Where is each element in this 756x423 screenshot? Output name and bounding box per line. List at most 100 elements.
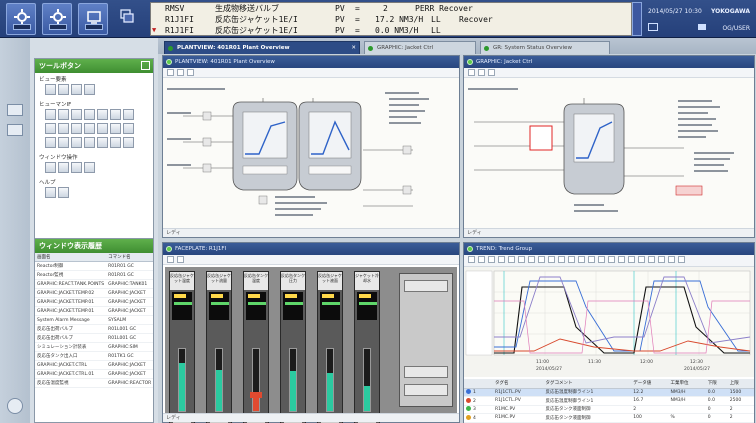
fp-side-button[interactable]: [404, 366, 448, 378]
trend-window[interactable]: TREND: Trend Group 11:00 11:30 12:00 12:…: [463, 242, 755, 423]
system-menu-button[interactable]: [6, 3, 36, 35]
trend-tool-icon[interactable]: [638, 256, 645, 263]
tool-icon[interactable]: [45, 84, 56, 95]
faceplate-bargraph[interactable]: [363, 348, 371, 412]
message-monitor-button[interactable]: [78, 3, 108, 35]
panel-menu-icon[interactable]: [141, 61, 150, 70]
tool-icon[interactable]: [123, 109, 134, 120]
trend-tool-icon[interactable]: [478, 256, 485, 263]
table-row[interactable]: 反応缶出荷バルブ R01L001 GC: [35, 324, 154, 334]
tool-icon[interactable]: [71, 162, 82, 173]
tool-icon[interactable]: [45, 137, 56, 148]
table-row[interactable]: シミュレーション計装表 GRAPHIC:SIM: [35, 342, 154, 352]
zoom-icon[interactable]: [488, 69, 495, 76]
tool-icon[interactable]: [45, 109, 56, 120]
tool-icon[interactable]: [97, 137, 108, 148]
trend-tool-icon[interactable]: [588, 256, 595, 263]
alarm-row[interactable]: RMSV 生成物移送バルブ PV = 2 PERR Recover: [157, 3, 631, 14]
tool-icon[interactable]: [84, 123, 95, 134]
table-row[interactable]: GRAPHIC:REACT.TANK.POINTS GRAPHIC:TANK01: [35, 279, 154, 289]
faceplate-bargraph[interactable]: [252, 348, 260, 412]
faceplate[interactable]: 反応缶タンク圧力: [280, 271, 306, 423]
toolbox-section[interactable]: ビュー要素: [35, 73, 153, 84]
trend-tool-icon[interactable]: [558, 256, 565, 263]
tool-icon[interactable]: [58, 84, 69, 95]
window-title-bar[interactable]: GRAPHIC: Jacket Ctrl: [464, 56, 754, 68]
faceplate[interactable]: 反応缶タンク温度: [243, 271, 269, 423]
window-title-bar[interactable]: PLANTVIEW: 401R01 Plant Overview: [163, 56, 459, 68]
process-alarm-button[interactable]: [42, 3, 72, 35]
tool-icon[interactable]: [84, 162, 95, 173]
zoom-icon[interactable]: [187, 69, 194, 76]
close-icon[interactable]: ✕: [351, 42, 356, 54]
reactor-2[interactable]: [298, 101, 362, 191]
trend-tool-icon[interactable]: [608, 256, 615, 263]
tool-icon[interactable]: [84, 137, 95, 148]
tab-system-status[interactable]: GR: System Status Overview: [480, 41, 610, 54]
alarm-row[interactable]: R1J1FI 反応缶ジャケット1E/I PV = 17.2 NM3/H LL R…: [157, 14, 631, 25]
layout-icon[interactable]: [7, 124, 23, 136]
alarm-scrollbar[interactable]: [632, 2, 642, 36]
faceplate-window[interactable]: FACEPLATE: R1J1FI 反応缶ジャケット温度 反応缶ジャケット流量 反応…: [162, 242, 460, 423]
tool-icon[interactable]: [58, 187, 69, 198]
y-scale-box[interactable]: [465, 270, 493, 356]
column-header[interactable]: 下限: [705, 379, 728, 389]
tool-icon[interactable]: [71, 109, 82, 120]
tool-icon[interactable]: [45, 123, 56, 134]
detail-graphic[interactable]: [464, 78, 754, 228]
trend-tool-icon[interactable]: [598, 256, 605, 263]
tab-plant-overview[interactable]: PLANTVIEW: 401R01 Plant Overview ✕: [164, 41, 360, 54]
window-title-bar[interactable]: TREND: Trend Group: [464, 243, 754, 255]
trend-tool-icon[interactable]: [618, 256, 625, 263]
trend-tool-icon[interactable]: [578, 256, 585, 263]
faceplate-bargraph[interactable]: [326, 348, 334, 412]
table-row[interactable]: Reactor監視 R01R01 GC: [35, 270, 154, 280]
tool-icon[interactable]: [110, 109, 121, 120]
keyboard-icon[interactable]: [698, 24, 706, 30]
tool-icon[interactable]: [58, 109, 69, 120]
trend-pen-row[interactable]: 1 R1J1CTL.PV 反応缶温度制御ライン1 12.2 NM3/H 0.0 1500: [464, 388, 754, 397]
trend-tool-icon[interactable]: [468, 256, 475, 263]
column-header[interactable]: 工業単位: [668, 379, 706, 389]
tool-icon[interactable]: [71, 84, 82, 95]
faceplate[interactable]: 反応缶ジャケット流量: [206, 271, 232, 423]
trend-tool-icon[interactable]: [488, 256, 495, 263]
alarm-row[interactable]: ▼ R1J1FI 反応缶ジャケット1E/I PV = 0.0 NM3/H LL: [152, 25, 631, 35]
trend-tool-icon[interactable]: [498, 256, 505, 263]
trend-tool-icon[interactable]: [528, 256, 535, 263]
tool-icon[interactable]: [84, 84, 95, 95]
alarm-box[interactable]: [675, 185, 703, 196]
faceplate-bargraph[interactable]: [215, 348, 223, 412]
tool-icon[interactable]: [71, 137, 82, 148]
tool-icon[interactable]: [58, 123, 69, 134]
trend-graph[interactable]: 11:00 11:30 12:00 12:30 2014/05/27 2014/…: [464, 267, 754, 377]
tool-icon[interactable]: [45, 162, 56, 173]
tool-icon[interactable]: [45, 187, 56, 198]
pin-icon[interactable]: [7, 104, 23, 116]
alarm-highlight[interactable]: [529, 125, 553, 151]
tool-icon[interactable]: [71, 123, 82, 134]
table-row[interactable]: GRAPHIC:JACKET.TEMP.01 GRAPHIC:JACKET: [35, 306, 154, 316]
user-name[interactable]: OG/USER: [722, 25, 750, 32]
window-switch-button[interactable]: [112, 3, 142, 35]
back-icon[interactable]: [167, 69, 174, 76]
column-header[interactable]: タグ名: [493, 379, 544, 389]
tool-icon[interactable]: [97, 109, 108, 120]
trend-tool-icon[interactable]: [648, 256, 655, 263]
back-icon[interactable]: [167, 256, 174, 263]
fp-side-button[interactable]: [404, 280, 448, 292]
column-header[interactable]: データ値: [631, 379, 669, 389]
window-title-bar[interactable]: FACEPLATE: R1J1FI: [163, 243, 459, 255]
table-row[interactable]: GRAPHIC:JACKET.CTRL GRAPHIC:JACKET: [35, 360, 154, 370]
tool-icon[interactable]: [123, 123, 134, 134]
column-header[interactable]: 画面名: [35, 253, 107, 262]
tool-icon[interactable]: [123, 137, 134, 148]
tool-icon[interactable]: [84, 109, 95, 120]
trend-pen-row[interactable]: 2 R1J1CTL.PV 反応缶温度制御ライン1 16.7 NM3/H 0.0 2500: [464, 396, 754, 406]
trend-tool-icon[interactable]: [668, 256, 675, 263]
detail-graphic-window[interactable]: GRAPHIC: Jacket Ctrl レディ: [463, 55, 755, 238]
trend-tool-icon[interactable]: [508, 256, 515, 263]
forward-icon[interactable]: [478, 69, 485, 76]
table-row[interactable]: 反応缶温度監視 GRAPHIC:REACTOR: [35, 378, 154, 388]
back-icon[interactable]: [468, 69, 475, 76]
